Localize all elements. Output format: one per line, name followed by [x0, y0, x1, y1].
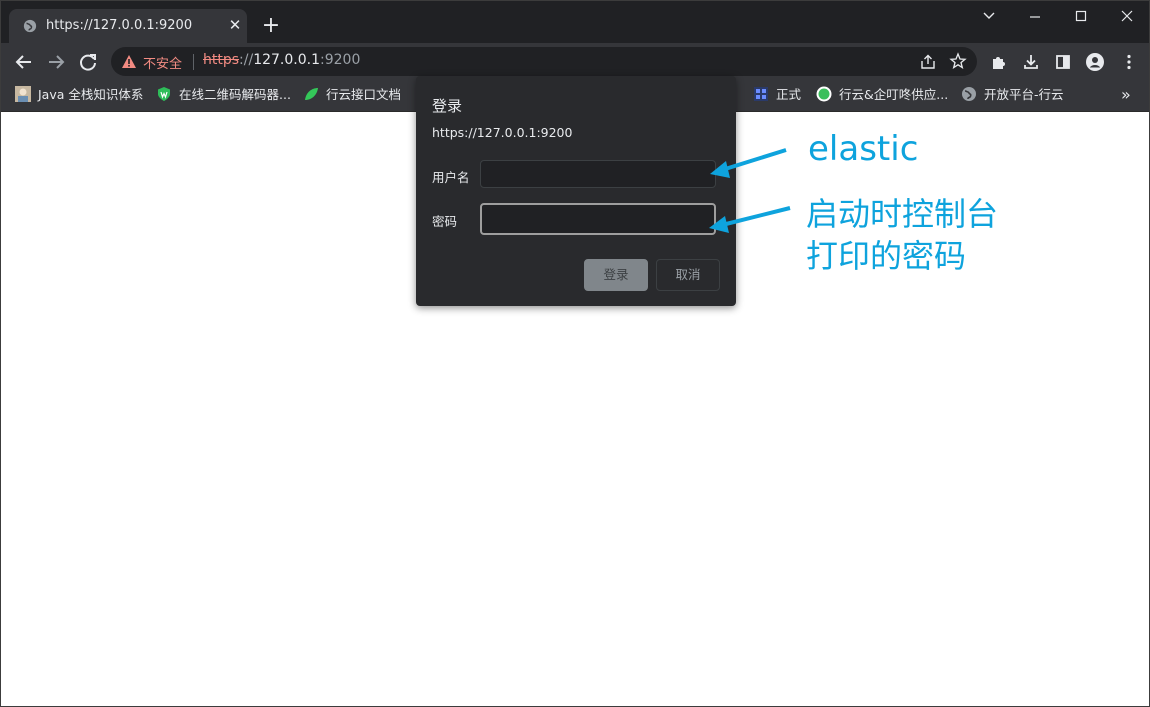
bookmark-label: Java 全栈知识体系	[38, 87, 144, 102]
globe-icon	[23, 19, 37, 33]
shield-icon	[158, 87, 170, 101]
url-slashes: ://	[239, 52, 254, 68]
new-tab-button[interactable]: +	[261, 15, 281, 37]
password-label: 密码	[432, 214, 458, 229]
username-input[interactable]	[480, 160, 716, 188]
dialog-origin: https://127.0.0.1:9200	[432, 125, 573, 140]
bookmark-item[interactable]: 在线二维码解码器...	[156, 85, 291, 105]
url-text[interactable]: https://127.0.0.1:9200	[203, 52, 360, 68]
url-scheme: https	[203, 52, 240, 68]
extensions-icon[interactable]	[989, 52, 1009, 72]
back-icon[interactable]	[13, 51, 35, 73]
minimize-icon[interactable]	[1021, 6, 1049, 26]
tab-close-icon[interactable]: ✕	[227, 17, 243, 33]
tab-strip: https://127.0.0.1:9200 ✕ +	[1, 1, 1149, 43]
bookmark-item[interactable]: 行云&企叮咚供应...	[816, 85, 948, 105]
close-window-icon[interactable]	[1113, 6, 1141, 26]
security-label[interactable]: 不安全	[143, 53, 182, 72]
profile-avatar-icon[interactable]	[1085, 52, 1105, 72]
toolbar: 不安全 https://127.0.0.1:9200	[1, 43, 1149, 79]
login-button[interactable]: 登录	[584, 259, 648, 291]
sign-in-dialog: 登录 https://127.0.0.1:9200 用户名 密码 登录 取消	[416, 76, 736, 306]
address-bar[interactable]: 不安全 https://127.0.0.1:9200	[111, 47, 977, 76]
bookmark-star-icon[interactable]	[949, 52, 967, 70]
share-icon[interactable]	[919, 53, 937, 71]
bookmark-item[interactable]: 行云接口文档	[303, 85, 401, 105]
globe-icon	[962, 87, 976, 101]
username-label: 用户名	[432, 170, 470, 185]
reload-icon[interactable]	[77, 51, 99, 73]
bookmark-item[interactable]: Java 全栈知识体系	[15, 85, 143, 105]
not-secure-warning-icon[interactable]	[121, 54, 137, 70]
password-annotation-line2: 打印的密码	[806, 237, 967, 275]
omnibox-divider	[193, 54, 194, 70]
side-panel-icon[interactable]	[1053, 52, 1073, 72]
bookmark-label: 开放平台-行云	[984, 87, 1064, 102]
url-host: 127.0.0.1	[253, 52, 320, 68]
dialog-title: 登录	[432, 97, 463, 115]
avatar-icon	[15, 86, 31, 102]
password-input[interactable]	[480, 203, 716, 235]
circle-icon	[816, 86, 832, 102]
cancel-button[interactable]: 取消	[656, 259, 720, 291]
bookmark-item[interactable]: 正式	[753, 85, 801, 105]
maximize-icon[interactable]	[1067, 6, 1095, 26]
bookmarks-overflow-button[interactable]: »	[1121, 85, 1131, 105]
bookmark-label: 正式	[776, 87, 802, 102]
browser-window: https://127.0.0.1:9200 ✕ + 不安全 https://1…	[0, 0, 1150, 707]
forward-icon[interactable]	[45, 51, 67, 73]
bookmark-label: 行云&企叮咚供应...	[839, 87, 949, 102]
password-annotation-line1: 启动时控制台	[806, 195, 999, 233]
grid-icon	[754, 87, 768, 101]
bookmark-label: 行云接口文档	[326, 87, 402, 102]
tab-active[interactable]: https://127.0.0.1:9200 ✕	[9, 9, 247, 43]
bookmark-label: 在线二维码解码器...	[179, 87, 291, 102]
leaf-icon	[305, 88, 318, 100]
url-port: :9200	[320, 52, 361, 68]
bookmark-item[interactable]: 开放平台-行云	[961, 85, 1064, 105]
username-annotation: elastic	[808, 129, 919, 169]
download-icon[interactable]	[1021, 52, 1041, 72]
menu-kebab-icon[interactable]	[1119, 52, 1139, 72]
tab-title: https://127.0.0.1:9200	[46, 18, 193, 33]
tab-search-icon[interactable]	[975, 6, 1003, 26]
